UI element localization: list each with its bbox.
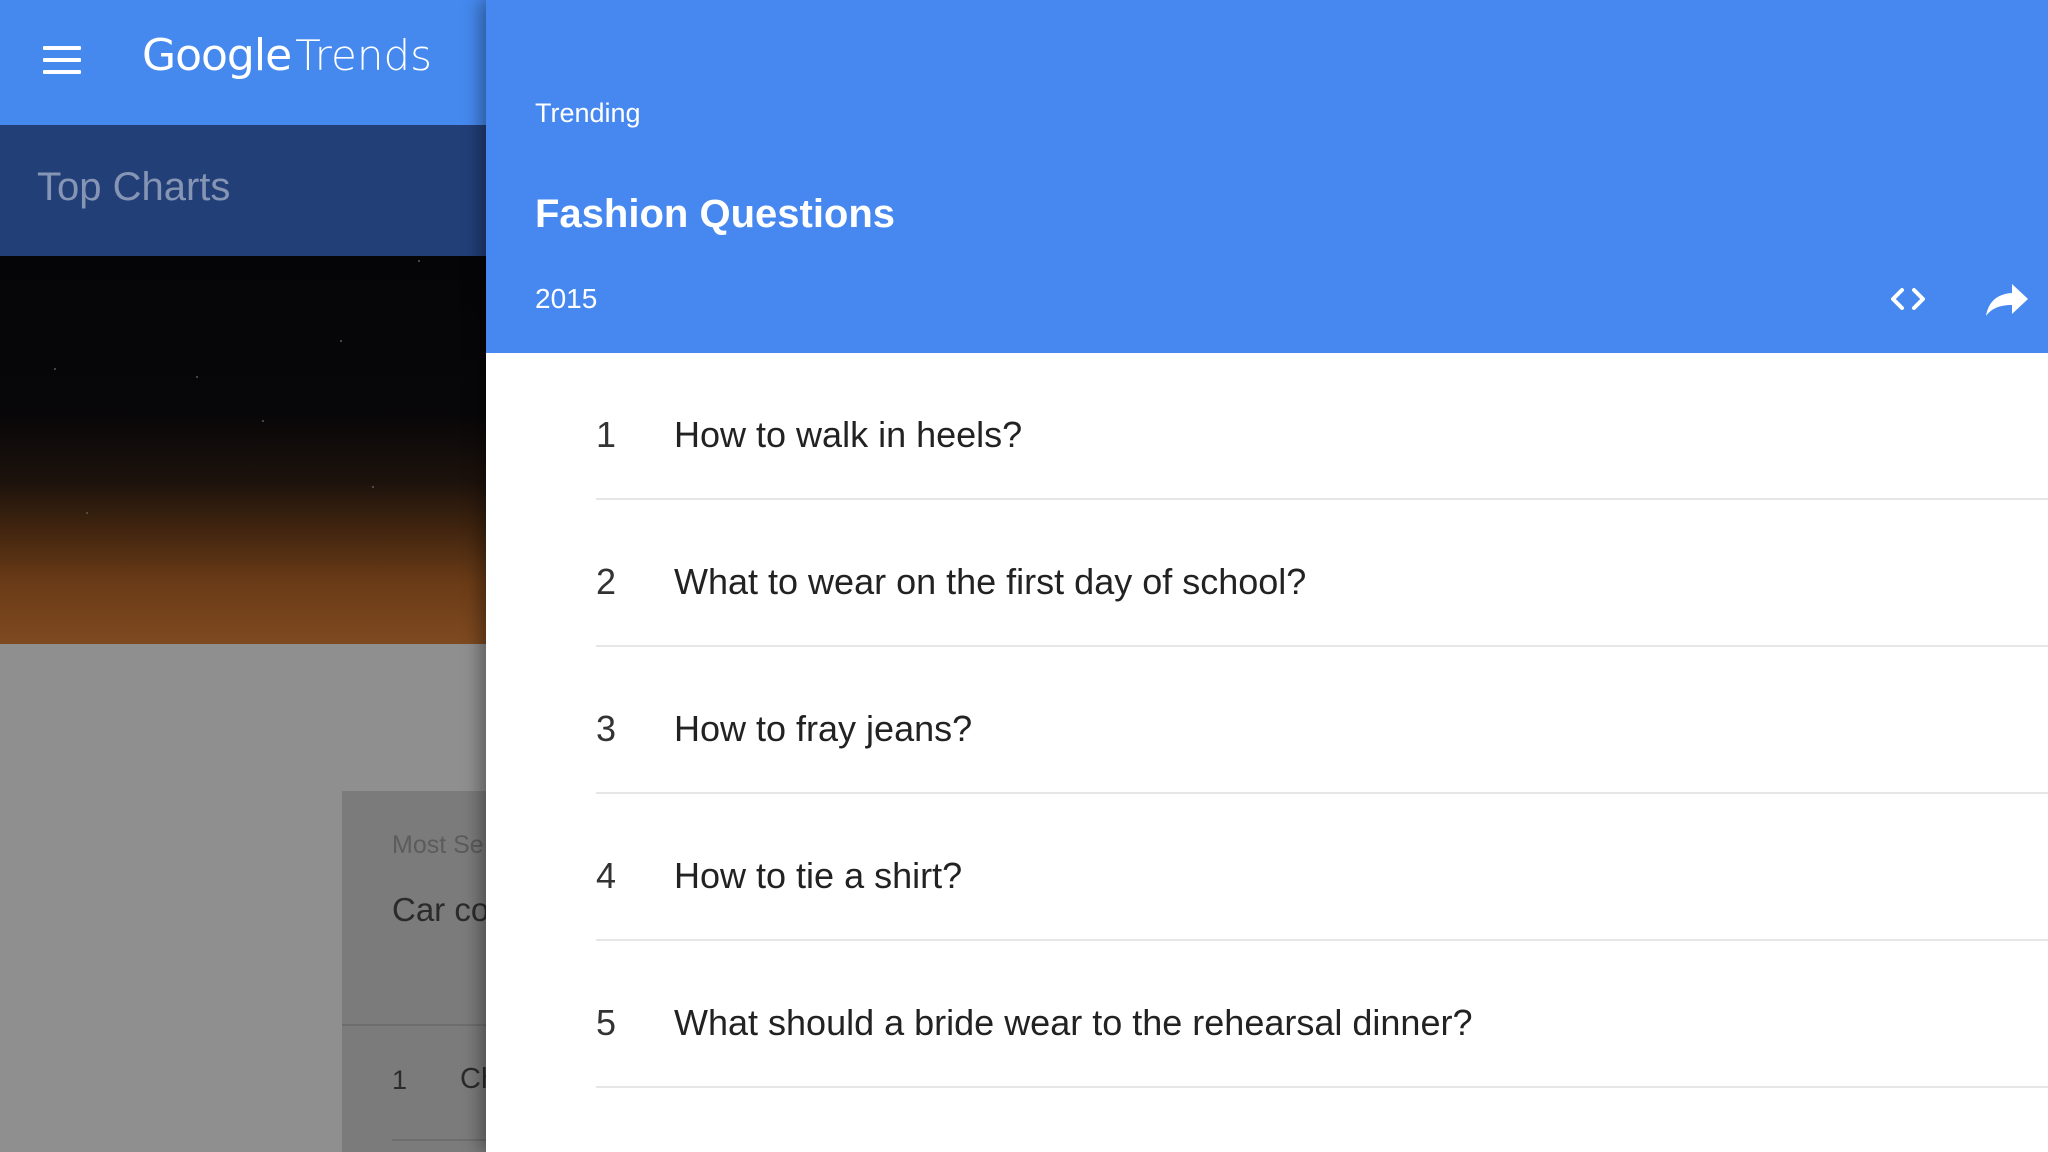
menu-icon [43,46,81,50]
result-rank: 4 [596,855,617,896]
logo-trends-text: Trends [295,31,432,80]
result-row-1[interactable]: 1 How to walk in heels? [486,353,2048,500]
code-icon [1891,288,1925,310]
google-trends-logo[interactable]: GoogleTrends [142,30,432,81]
card-title: Car co [392,891,490,928]
result-text[interactable]: What should a bride wear to the rehearsa… [674,1002,1472,1044]
result-row-4[interactable]: 4 How to tie a shirt? [486,794,2048,941]
page-title: Top Charts [37,165,231,209]
dialog-title: Fashion Questions [535,192,896,236]
row-divider [596,1086,2048,1088]
result-rank: 1 [596,414,617,455]
hero-image [0,256,486,644]
chart-detail-dialog: Trending Fashion Questions 2015 1 How to… [486,0,2048,1152]
result-text[interactable]: What to wear on the first day of school? [674,561,1306,603]
result-row-3[interactable]: 3 How to fray jeans? [486,647,2048,794]
app-header: GoogleTrends [0,0,486,125]
menu-button[interactable] [38,44,86,76]
embed-button[interactable] [1880,278,1936,320]
results-list: 1 How to walk in heels? 2 What to wear o… [486,353,2048,1088]
result-rank: 3 [596,708,617,749]
share-arrow-icon [1986,284,2028,316]
dialog-eyebrow: Trending [535,98,641,128]
top-charts-bar: Top Charts [0,125,486,256]
result-text[interactable]: How to fray jeans? [674,708,972,750]
result-text[interactable]: How to walk in heels? [674,414,1022,456]
result-row-2[interactable]: 2 What to wear on the first day of schoo… [486,500,2048,647]
result-text[interactable]: How to tie a shirt? [674,855,962,897]
result-rank: 2 [596,561,617,602]
background-chart-card: Most Se Car co 1 Ch [342,791,502,1152]
logo-google-text: Google [142,30,292,81]
dialog-year: 2015 [535,283,598,314]
trends-app: GoogleTrends Top Charts Most Se Car co 1… [0,0,2048,1152]
share-button[interactable] [1982,278,2032,320]
card-row-rank: 1 [392,1065,408,1095]
dialog-header: Trending Fashion Questions 2015 [486,0,2048,353]
card-label: Most Se [392,831,484,859]
card-divider [342,1024,502,1026]
result-rank: 5 [596,1002,617,1043]
result-row-5[interactable]: 5 What should a bride wear to the rehear… [486,941,2048,1088]
